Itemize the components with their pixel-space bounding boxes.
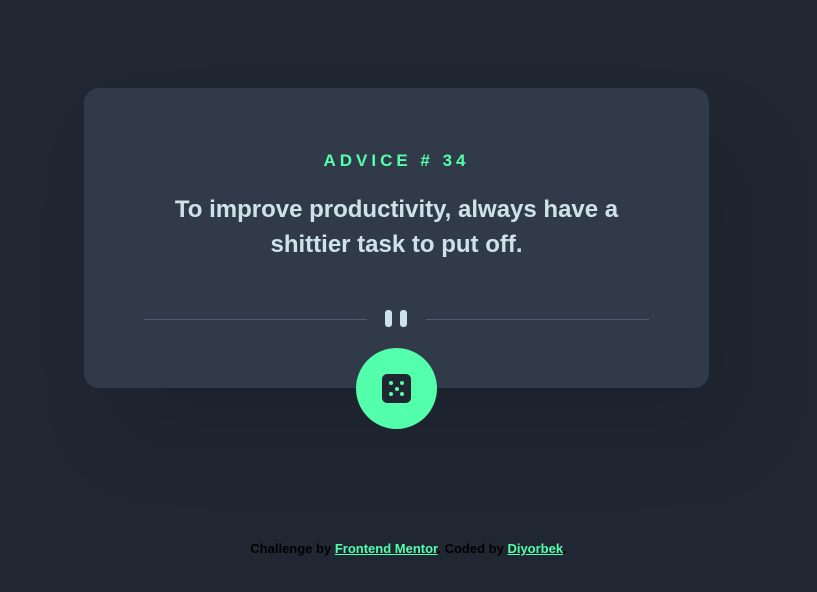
advice-id: ADVICE # 34 (323, 151, 470, 170)
dice-dot (394, 386, 399, 391)
dice-dot (389, 381, 393, 385)
advice-card: ADVICE # 34 To improve productivity, alw… (84, 88, 709, 388)
divider-line-left (144, 319, 367, 320)
divider-line-right (426, 319, 649, 320)
dice-dot (400, 392, 404, 396)
dice-icon (382, 374, 411, 403)
advice-text: To improve productivity, always have a s… (174, 196, 619, 258)
frontend-mentor-link[interactable]: Frontend Mentor (335, 541, 438, 556)
pause-bar (400, 310, 407, 327)
footer-prefix: Challenge by (250, 541, 332, 556)
dice-dot (400, 381, 404, 385)
author-link[interactable]: Diyorbek (507, 541, 563, 556)
dice-dot (389, 392, 393, 396)
attribution-footer: Challenge by Frontend Mentor. Coded by D… (0, 541, 817, 556)
pause-icon (384, 310, 409, 328)
footer-middle: . Coded by (437, 541, 504, 556)
divider (144, 309, 649, 329)
footer-suffix: . (563, 541, 567, 556)
generate-advice-button[interactable] (356, 348, 437, 429)
pause-bar (385, 310, 392, 327)
